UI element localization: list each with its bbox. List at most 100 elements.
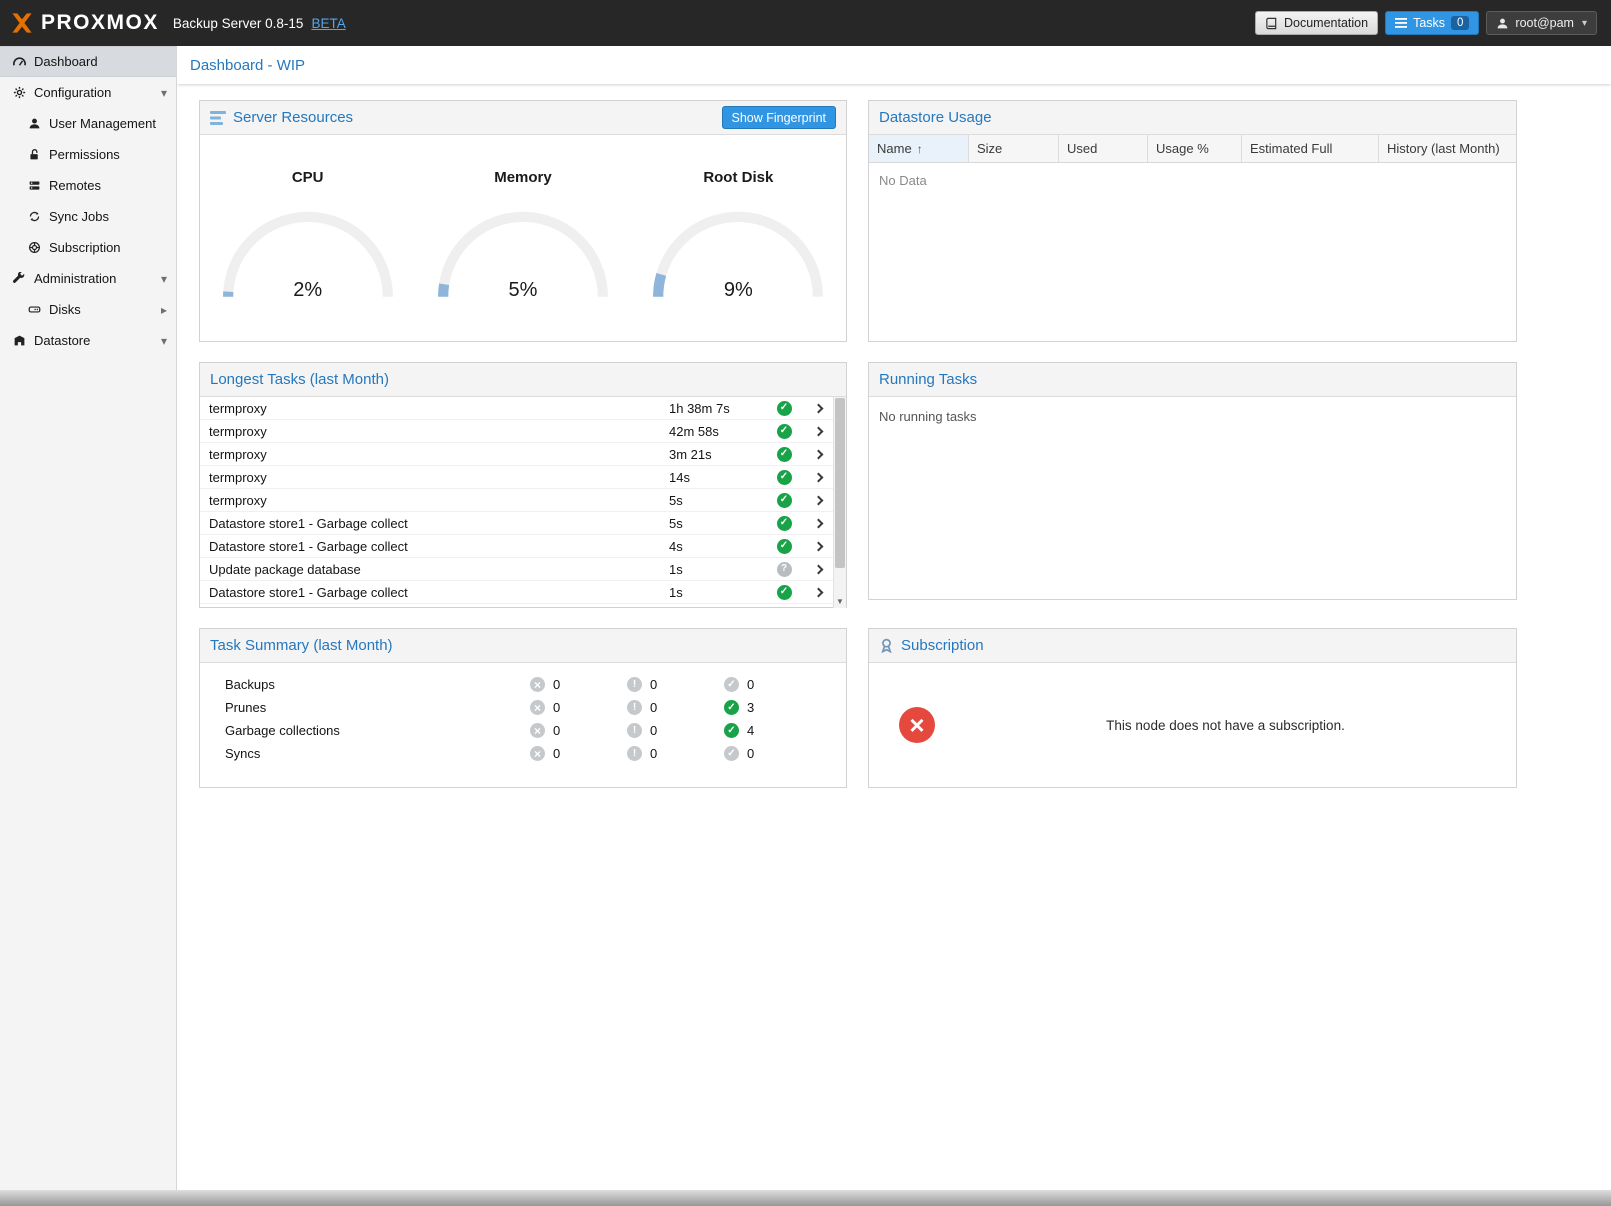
sidebar-item-user-management[interactable]: User Management: [0, 108, 176, 139]
task-row[interactable]: termproxy1h 38m 7s✓: [200, 397, 846, 420]
building-icon: [9, 334, 29, 347]
sidebar-item-label: Dashboard: [34, 54, 98, 69]
task-ok-icon: ✓: [765, 516, 803, 531]
summary-error-count: ×0: [530, 723, 627, 738]
root-disk-gauge-label: Root Disk: [703, 169, 773, 186]
chevron-right-icon[interactable]: ▸: [161, 303, 167, 317]
task-row[interactable]: termproxy3m 21s✓: [200, 443, 846, 466]
window-bottom-edge: [0, 1190, 1611, 1206]
user-menu-button[interactable]: root@pam ▾: [1486, 11, 1597, 35]
warning-circle-icon: !: [627, 677, 642, 692]
sidebar-item-remotes[interactable]: Remotes: [0, 170, 176, 201]
tasks-count-badge: 0: [1451, 16, 1469, 30]
sidebar-item-disks[interactable]: Disks ▸: [0, 294, 176, 325]
sidebar-item-label: User Management: [49, 116, 156, 131]
column-header-used[interactable]: Used: [1059, 135, 1148, 162]
sidebar-item-dashboard[interactable]: Dashboard: [0, 46, 176, 77]
task-detail-chevron-icon[interactable]: [803, 451, 833, 458]
task-summary-body: Backups×0!0✓0Prunes×0!0✓3Garbage collect…: [200, 663, 846, 765]
warning-circle-icon: !: [627, 723, 642, 738]
scrollbar-thumb[interactable]: [835, 398, 845, 568]
server-icon: [24, 179, 44, 192]
tasks-label: Tasks: [1413, 16, 1445, 30]
wrench-icon: [9, 272, 29, 286]
no-subscription-icon: ×: [899, 707, 935, 743]
task-duration: 1s: [669, 562, 765, 577]
task-detail-chevron-icon[interactable]: [803, 405, 833, 412]
sidebar-item-permissions[interactable]: Permissions: [0, 139, 176, 170]
task-row[interactable]: termproxy14s✓: [200, 466, 846, 489]
task-row[interactable]: termproxy42m 58s✓: [200, 420, 846, 443]
summary-row: Prunes×0!0✓3: [200, 696, 846, 719]
topbar-actions: Documentation Tasks 0 root@pam ▾: [1255, 11, 1597, 35]
chevron-down-icon[interactable]: ▾: [161, 86, 167, 100]
server-resources-header: Server Resources Show Fingerprint: [200, 101, 846, 135]
task-duration: 1s: [669, 585, 765, 600]
sidebar-item-administration[interactable]: Administration ▾: [0, 263, 176, 294]
task-detail-chevron-icon[interactable]: [803, 543, 833, 550]
server-resources-panel: Server Resources Show Fingerprint CPU 2%: [199, 100, 847, 342]
column-header-estimated-full[interactable]: Estimated Full: [1242, 135, 1379, 162]
task-detail-chevron-icon[interactable]: [803, 497, 833, 504]
longest-tasks-scrollbar[interactable]: ▼: [833, 397, 846, 608]
task-row[interactable]: termproxy5s✓: [200, 489, 846, 512]
cpu-gauge-value: 2%: [215, 279, 401, 302]
task-name: termproxy: [209, 447, 669, 462]
memory-gauge-label: Memory: [494, 169, 552, 186]
task-ok-icon: ✓: [765, 447, 803, 462]
chevron-down-icon: ▾: [1582, 18, 1587, 29]
task-detail-chevron-icon[interactable]: [803, 589, 833, 596]
task-ok-icon: ✓: [765, 493, 803, 508]
task-row[interactable]: Datastore store1 - Garbage collect1s✓: [200, 581, 846, 604]
root-disk-gauge-value: 9%: [645, 279, 831, 302]
sidebar-item-sync-jobs[interactable]: Sync Jobs: [0, 201, 176, 232]
summary-category-label: Prunes: [200, 700, 530, 715]
root-disk-gauge-block: Root Disk 9%: [631, 169, 846, 306]
error-circle-icon: ×: [530, 677, 545, 692]
summary-error-count: ×0: [530, 677, 627, 692]
tachometer-icon: [9, 54, 29, 69]
scrollbar-down-arrow-icon[interactable]: ▼: [834, 597, 846, 606]
task-detail-chevron-icon[interactable]: [803, 520, 833, 527]
summary-warning-count: !0: [627, 700, 724, 715]
chevron-down-icon[interactable]: ▾: [161, 334, 167, 348]
summary-ok-count: ✓4: [724, 723, 821, 738]
sidebar-item-configuration[interactable]: Configuration ▾: [0, 77, 176, 108]
chevron-down-icon[interactable]: ▾: [161, 272, 167, 286]
proxmox-logo[interactable]: PROXMOX: [10, 11, 159, 35]
sidebar: Dashboard Configuration ▾ User Managemen…: [0, 46, 177, 1190]
main-content: Dashboard - WIP Server Resources Show Fi…: [177, 46, 1611, 1190]
column-header-size[interactable]: Size: [969, 135, 1059, 162]
task-detail-chevron-icon[interactable]: [803, 566, 833, 573]
column-header-usage-percent[interactable]: Usage %: [1148, 135, 1242, 162]
column-header-history[interactable]: History (last Month): [1379, 135, 1516, 162]
documentation-label: Documentation: [1284, 16, 1368, 30]
task-summary-title: Task Summary (last Month): [210, 637, 393, 654]
datastore-usage-empty-text: No Data: [869, 163, 1516, 198]
task-name: Update package database: [209, 562, 669, 577]
task-row[interactable]: Datastore store1 - Garbage collect4s✓: [200, 535, 846, 558]
show-fingerprint-button[interactable]: Show Fingerprint: [722, 106, 837, 129]
task-ok-icon: ✓: [765, 401, 803, 416]
summary-row: Garbage collections×0!0✓4: [200, 719, 846, 742]
datastore-usage-column-headers: Name ↑ Size Used Usage % Estimated Full: [869, 135, 1516, 163]
task-row[interactable]: Update package database1s?: [200, 558, 846, 581]
sidebar-item-subscription[interactable]: Subscription: [0, 232, 176, 263]
ok-circle-icon: ✓: [724, 700, 739, 715]
task-duration: 3m 21s: [669, 447, 765, 462]
task-detail-chevron-icon[interactable]: [803, 474, 833, 481]
beta-link[interactable]: BETA: [311, 16, 345, 31]
documentation-button[interactable]: Documentation: [1255, 11, 1378, 35]
task-detail-chevron-icon[interactable]: [803, 428, 833, 435]
sidebar-item-datastore[interactable]: Datastore ▾: [0, 325, 176, 356]
sidebar-item-label: Subscription: [49, 240, 121, 255]
ribbon-icon: [879, 638, 894, 653]
sort-asc-icon: ↑: [917, 142, 923, 156]
longest-tasks-title: Longest Tasks (last Month): [210, 371, 389, 388]
warning-circle-icon: !: [627, 746, 642, 761]
ok-circle-icon: ✓: [724, 746, 739, 761]
task-ok-icon: ✓: [765, 470, 803, 485]
column-header-name[interactable]: Name ↑: [869, 135, 969, 162]
task-row[interactable]: Datastore store1 - Garbage collect5s✓: [200, 512, 846, 535]
tasks-button[interactable]: Tasks 0: [1385, 11, 1479, 35]
